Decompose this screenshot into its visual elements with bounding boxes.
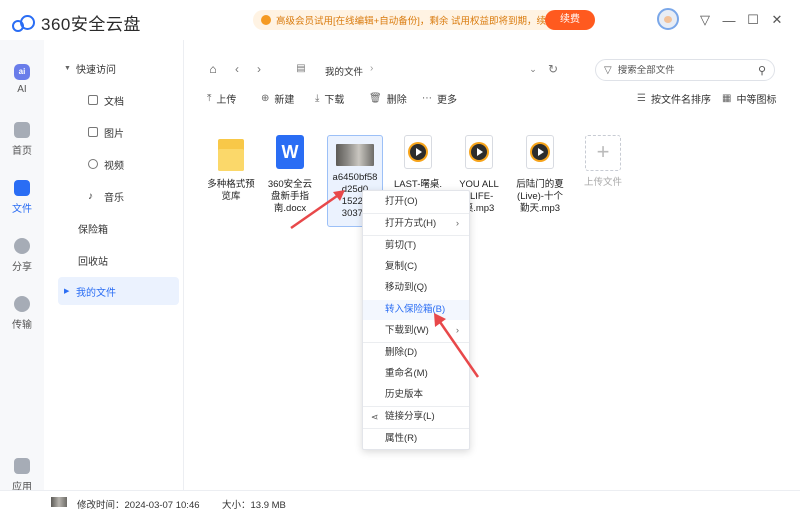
annotation-arrows [290, 190, 480, 378]
arrow-to-file [290, 190, 345, 230]
modified-time: 修改时间：2024-03-07 10:46 [77, 500, 200, 511]
status-thumbnail [51, 497, 67, 507]
arrow-to-vault-item [434, 313, 480, 378]
status-bar: 修改时间：2024-03-07 10:46 大小：13.9 MB [0, 490, 800, 517]
file-size: 大小：13.9 MB [222, 500, 286, 511]
